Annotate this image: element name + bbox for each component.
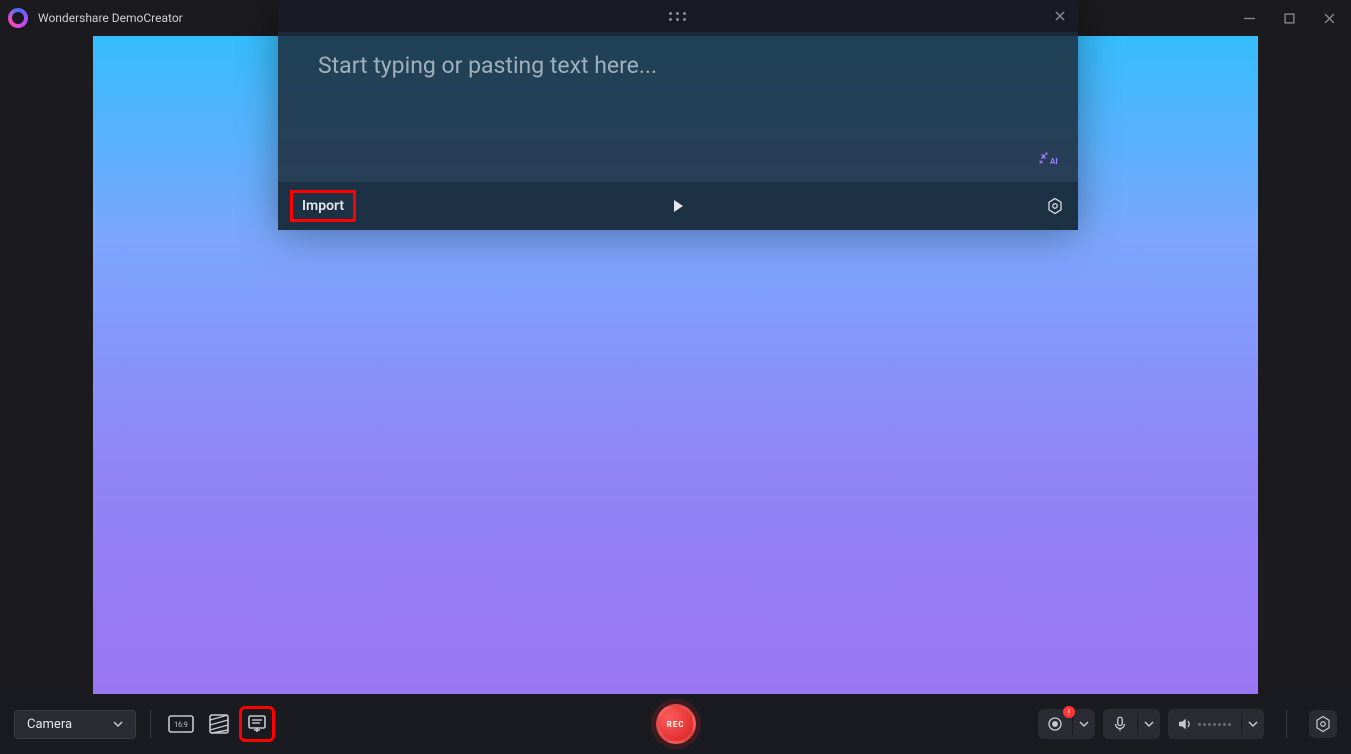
minimize-button[interactable]: [1241, 10, 1257, 26]
camera-icon: [1046, 715, 1064, 733]
record-button[interactable]: REC: [656, 704, 696, 744]
record-label: REC: [667, 720, 685, 729]
teleprompter-button[interactable]: [241, 708, 273, 740]
speaker-dropdown[interactable]: [1241, 713, 1264, 735]
play-button[interactable]: [668, 196, 688, 216]
window-controls: [1241, 10, 1343, 26]
import-button[interactable]: Import: [292, 192, 354, 220]
aspect-ratio-button[interactable]: 16:9: [165, 708, 197, 740]
panel-drag-handle[interactable]: [278, 0, 1078, 32]
chevron-down-icon: [1079, 719, 1089, 729]
drag-dots-icon: [669, 12, 687, 21]
bottom-toolbar: Camera 16:9 REC !: [0, 694, 1351, 754]
chevron-down-icon: [113, 719, 123, 729]
recording-mode-label: Camera: [27, 717, 72, 732]
speaker-button[interactable]: [1168, 709, 1241, 739]
teleprompter-text-area[interactable]: Start typing or pasting text here... AI: [278, 32, 1078, 182]
camera-source-dropdown[interactable]: [1072, 713, 1095, 735]
teleprompter-settings-button[interactable]: [1046, 197, 1064, 215]
settings-button[interactable]: [1309, 710, 1337, 738]
app-title: Wondershare DemoCreator: [38, 11, 183, 25]
microphone-control: [1103, 709, 1160, 739]
right-tool-group: !: [1038, 709, 1337, 739]
volume-level-dots: [1198, 723, 1231, 726]
teleprompter-placeholder: Start typing or pasting text here...: [318, 52, 1038, 79]
recording-mode-select[interactable]: Camera: [14, 710, 136, 739]
panel-close-button[interactable]: [1052, 8, 1068, 24]
speaker-control: [1168, 709, 1264, 739]
svg-text:AI: AI: [1050, 157, 1058, 166]
camera-source-control: !: [1038, 709, 1095, 739]
microphone-icon: [1111, 715, 1129, 733]
camera-source-button[interactable]: !: [1038, 709, 1072, 739]
chevron-down-icon: [1248, 719, 1258, 729]
microphone-button[interactable]: [1103, 709, 1137, 739]
microphone-dropdown[interactable]: [1137, 713, 1160, 735]
close-button[interactable]: [1321, 10, 1337, 26]
ai-enhance-button[interactable]: AI: [1038, 152, 1060, 168]
svg-text:16:9: 16:9: [174, 721, 188, 729]
maximize-button[interactable]: [1281, 10, 1297, 26]
teleprompter-footer: Import: [278, 182, 1078, 230]
gear-icon: [1314, 715, 1332, 733]
teleprompter-panel: Start typing or pasting text here... AI …: [278, 0, 1078, 230]
chevron-down-icon: [1144, 719, 1154, 729]
camera-alert-badge: !: [1063, 706, 1075, 718]
divider: [150, 710, 151, 738]
app-logo-icon: [8, 8, 28, 28]
background-effects-button[interactable]: [203, 708, 235, 740]
divider: [1286, 710, 1287, 738]
speaker-icon: [1176, 715, 1194, 733]
